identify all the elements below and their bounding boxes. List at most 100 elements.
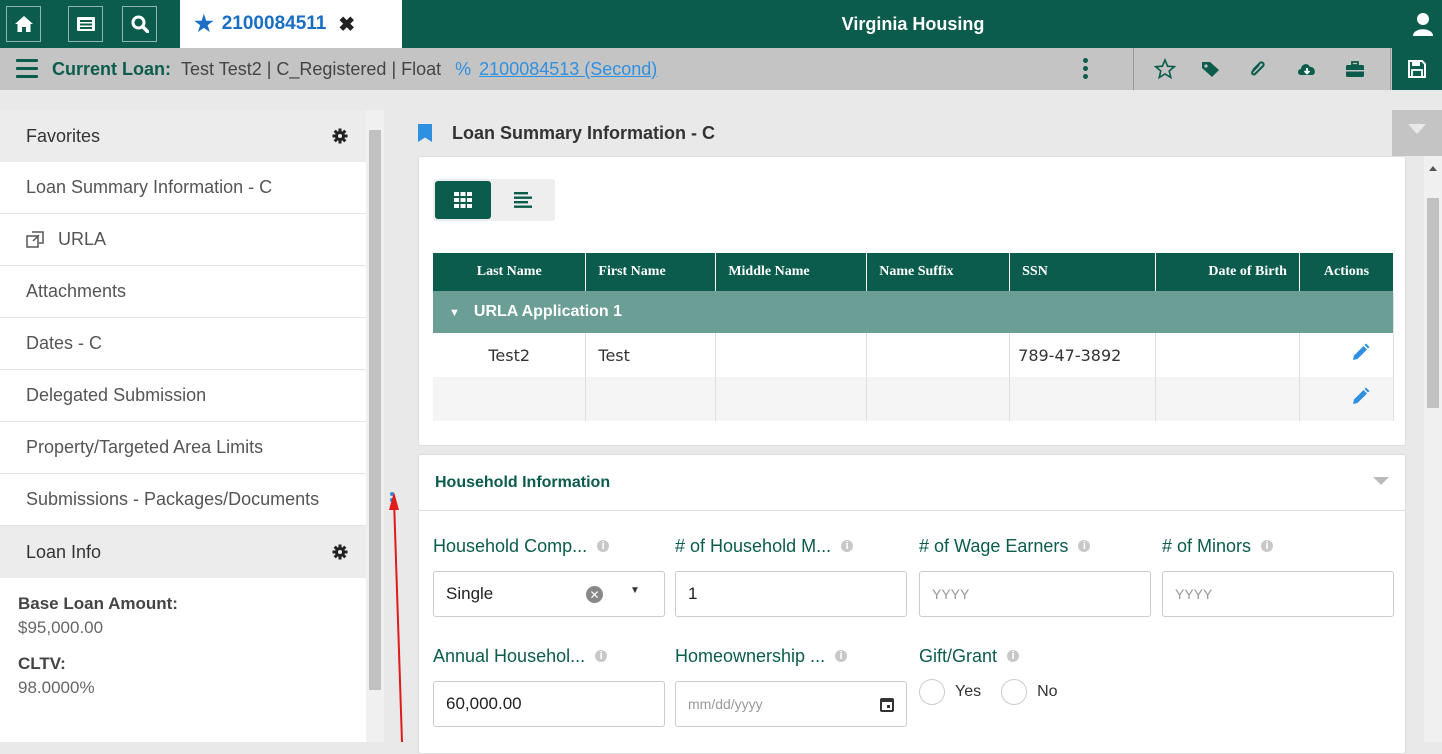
annual-income-field: Annual Househol... i 60,000.00 xyxy=(433,643,665,727)
collapse-panel-button[interactable] xyxy=(1392,110,1442,156)
group-label: URLA Application 1 xyxy=(473,303,623,320)
column-header[interactable]: Middle Name xyxy=(715,253,868,291)
sidebar-item-attachments[interactable]: Attachments xyxy=(0,266,366,318)
sidebar-scrollbar[interactable] xyxy=(366,110,384,742)
actions-cell xyxy=(1299,333,1395,377)
chevron-down-icon[interactable] xyxy=(1373,477,1389,485)
cltv-label: CLTV: xyxy=(18,654,66,673)
section-title: Loan Summary Information - C xyxy=(452,122,716,143)
wage-earners-field: # of Wage Earners i YYYY xyxy=(919,533,1151,617)
save-button[interactable] xyxy=(1392,48,1442,90)
annual-income-input[interactable]: 60,000.00 xyxy=(433,681,665,727)
calendar-icon[interactable] xyxy=(880,697,894,712)
info-icon[interactable]: i xyxy=(841,540,854,552)
menu-icon[interactable] xyxy=(16,59,38,79)
collapse-caret-icon[interactable]: ▼ xyxy=(449,307,460,319)
column-header: Actions xyxy=(1299,253,1395,291)
input-value: 1 xyxy=(688,584,698,603)
loan-tab[interactable]: ★ 2100084511 ✖ xyxy=(180,0,402,48)
column-header[interactable]: Date of Birth xyxy=(1155,253,1300,291)
close-icon[interactable]: ✖ xyxy=(338,12,355,37)
save-icon xyxy=(1408,60,1426,78)
column-header[interactable]: Last Name xyxy=(433,253,587,291)
group-row[interactable]: ▼ URLA Application 1 xyxy=(433,291,1394,333)
name-suffix-cell xyxy=(866,333,1011,377)
user-icon[interactable] xyxy=(1412,12,1434,36)
base-loan-label: Base Loan Amount: xyxy=(18,594,178,613)
search-button[interactable] xyxy=(122,6,157,42)
table-row[interactable]: Test2 Test 789-47-3892 xyxy=(433,333,1395,377)
sidebar-item-dates[interactable]: Dates - C xyxy=(0,318,366,370)
wage-earners-input[interactable]: YYYY xyxy=(919,571,1151,617)
name-suffix-cell xyxy=(866,377,1011,421)
chevron-down-icon xyxy=(1408,124,1426,134)
grid-view-button[interactable] xyxy=(435,181,491,219)
radio-circle[interactable] xyxy=(1001,679,1028,705)
gift-yes-radio[interactable]: Yes xyxy=(919,679,981,705)
info-icon[interactable]: i xyxy=(595,650,608,662)
main-content: Loan Summary Information - C Last Name F… xyxy=(402,110,1424,754)
sidebar-item-property-limits[interactable]: Property/Targeted Area Limits xyxy=(0,422,366,474)
pencil-icon[interactable] xyxy=(1350,387,1370,407)
sidebar-item-loan-summary[interactable]: Loan Summary Information - C xyxy=(0,162,366,214)
select-value: Single xyxy=(446,584,494,603)
gift-grant-field: Gift/Grant i Yes No xyxy=(919,643,1151,705)
main-scrollbar[interactable] xyxy=(1424,156,1442,742)
list-view-button[interactable] xyxy=(495,181,551,219)
household-composition-select[interactable]: Single ✕ ▼ xyxy=(433,571,665,617)
scrollbar-thumb[interactable] xyxy=(369,130,381,690)
column-header[interactable]: Name Suffix xyxy=(866,253,1011,291)
column-header[interactable]: SSN xyxy=(1009,253,1157,291)
minors-input[interactable]: YYYY xyxy=(1162,571,1394,617)
home-button[interactable] xyxy=(6,6,41,42)
field-label: # of Wage Earners xyxy=(919,535,1069,556)
drag-handle-icon[interactable] xyxy=(390,492,395,510)
gear-icon[interactable] xyxy=(332,128,348,144)
bookmark-icon xyxy=(418,124,432,142)
paperclip-icon[interactable] xyxy=(1246,58,1268,80)
star-outline-icon[interactable] xyxy=(1154,58,1176,80)
info-icon[interactable]: i xyxy=(1261,540,1274,552)
sidebar-item-urla[interactable]: URLA xyxy=(0,214,366,266)
info-icon[interactable]: i xyxy=(1078,540,1091,552)
middle-name-cell xyxy=(715,333,868,377)
radio-circle[interactable] xyxy=(919,679,945,705)
panel-splitter[interactable] xyxy=(384,110,402,742)
star-icon[interactable]: ★ xyxy=(194,11,214,37)
top-bar: ★ 2100084511 ✖ Virginia Housing xyxy=(0,0,1442,48)
home-icon xyxy=(14,16,33,32)
household-header[interactable]: Household Information xyxy=(419,455,1405,511)
info-icon[interactable]: i xyxy=(597,540,610,552)
borrower-table: Last Name First Name Middle Name Name Su… xyxy=(433,253,1395,421)
pencil-icon[interactable] xyxy=(1350,343,1370,363)
input-placeholder: YYYY xyxy=(1175,586,1213,602)
link-icon: % xyxy=(455,58,472,79)
list-button[interactable] xyxy=(68,6,103,42)
clear-icon[interactable]: ✕ xyxy=(586,586,603,603)
household-card: Household Information Household Comp... i… xyxy=(418,454,1406,754)
sidebar-item-delegated-submission[interactable]: Delegated Submission xyxy=(0,370,366,422)
external-window-icon xyxy=(26,230,44,248)
caret-down-icon[interactable]: ▼ xyxy=(630,585,640,596)
column-header[interactable]: First Name xyxy=(585,253,717,291)
loan-tab-label: 2100084511 xyxy=(221,13,327,34)
favorites-header: Favorites xyxy=(0,110,366,162)
scrollbar-thumb[interactable] xyxy=(1427,198,1439,408)
info-icon[interactable]: i xyxy=(1007,650,1020,662)
radio-label: Yes xyxy=(955,683,982,700)
gift-no-radio[interactable]: No xyxy=(1001,679,1058,705)
linked-loan-link[interactable]: 2100084513 (Second) xyxy=(479,59,657,80)
tags-icon[interactable] xyxy=(1200,58,1222,80)
cloud-download-icon[interactable] xyxy=(1296,58,1318,80)
gear-icon[interactable] xyxy=(332,544,348,560)
info-icon[interactable]: i xyxy=(835,650,848,662)
household-members-input[interactable]: 1 xyxy=(675,571,907,617)
scroll-up-icon[interactable] xyxy=(1429,166,1437,171)
more-options-icon[interactable] xyxy=(1083,58,1089,80)
sidebar-item-submissions[interactable]: Submissions - Packages/Documents xyxy=(0,474,366,526)
homeownership-date-input[interactable]: mm/dd/yyyy xyxy=(675,681,907,727)
table-row[interactable] xyxy=(433,377,1395,421)
cltv-value: 98.0000% xyxy=(18,678,95,697)
briefcase-icon[interactable] xyxy=(1344,58,1366,80)
field-label: Homeownership ... xyxy=(675,645,826,666)
